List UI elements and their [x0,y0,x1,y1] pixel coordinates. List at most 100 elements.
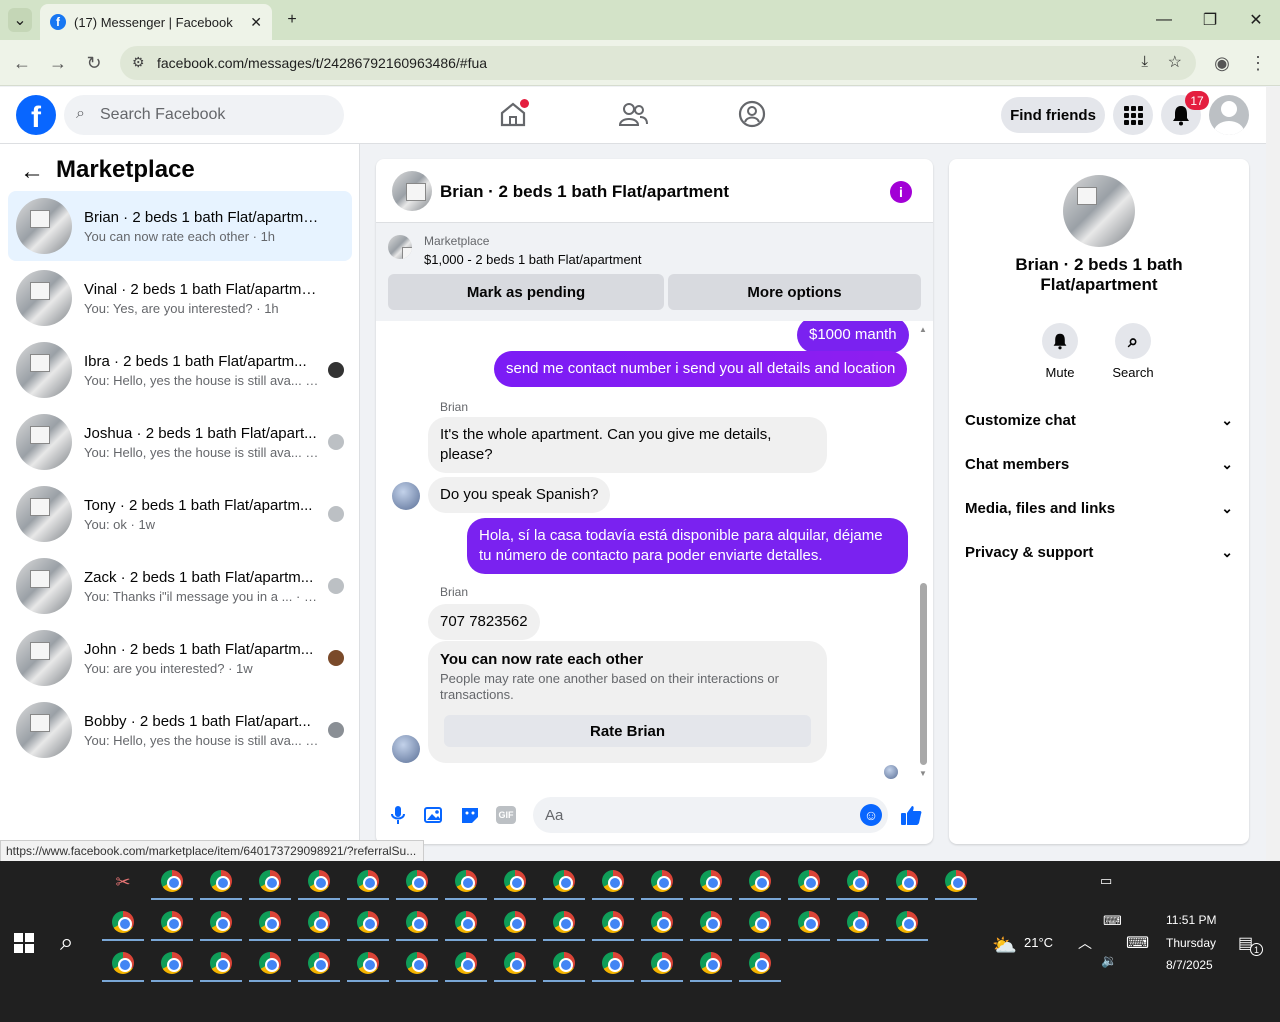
friends-icon[interactable] [618,101,648,131]
gif-icon[interactable]: GIF [496,806,516,824]
chat-members-row[interactable]: Chat members ⌄ [965,444,1233,484]
windows-start-icon[interactable] [14,933,34,953]
back-arrow-icon[interactable]: ← [20,158,44,186]
chrome-taskbar-icon[interactable] [592,946,634,982]
chrome-taskbar-icon[interactable] [592,864,634,900]
chrome-taskbar-icon[interactable] [249,946,291,982]
menu-grid-icon[interactable] [1113,95,1153,135]
chrome-taskbar-icon[interactable] [641,905,683,941]
chrome-taskbar-icon[interactable] [886,905,928,941]
mute-bell-icon[interactable] [1042,323,1078,359]
listing-title[interactable]: $1,000 - 2 beds 1 bath Flat/apartment [424,252,642,267]
emoji-icon[interactable]: ☺ [860,804,882,826]
chrome-taskbar-icon[interactable] [347,905,389,941]
brian-avatar[interactable] [392,482,420,510]
sticker-icon[interactable] [460,805,480,825]
find-friends-button[interactable]: Find friends [1001,97,1105,133]
listing-photo[interactable] [1063,175,1135,247]
privacy-support-row[interactable]: Privacy & support ⌄ [965,532,1233,572]
chrome-taskbar-icon[interactable] [200,946,242,982]
restore-icon[interactable]: ❐ [1198,8,1222,32]
chrome-taskbar-icon[interactable] [102,946,144,982]
chrome-taskbar-icon[interactable] [494,864,536,900]
conversation-item[interactable]: Joshua · 2 beds 1 bath Flat/apart... You:… [8,407,352,477]
chrome-taskbar-icon[interactable] [543,905,585,941]
chrome-taskbar-icon[interactable] [151,905,193,941]
tray-camera-icon[interactable]: ⌨ [1103,913,1122,929]
temperature[interactable]: 21°C [1024,935,1053,950]
forward-icon[interactable]: → [46,51,70,75]
like-thumb-icon[interactable] [899,803,923,827]
clock-time[interactable]: 11:51 PM [1166,913,1216,927]
mark-as-pending-button[interactable]: Mark as pending [388,274,664,310]
conversation-item[interactable]: Brian · 2 beds 1 bath Flat/apartment You … [8,191,352,261]
keyboard-icon[interactable]: ⌨ [1126,933,1149,953]
chat-listing-thumbnail[interactable] [392,171,432,211]
chrome-taskbar-icon[interactable] [837,905,879,941]
customize-chat-row[interactable]: Customize chat ⌄ [965,400,1233,440]
install-app-icon[interactable]: ⤓ [1141,53,1148,70]
chrome-taskbar-icon[interactable] [151,864,193,900]
chrome-taskbar-icon[interactable] [102,905,144,941]
chrome-taskbar-icon[interactable] [690,946,732,982]
conversation-item[interactable]: Ibra · 2 beds 1 bath Flat/apartm... You: … [8,335,352,405]
chrome-taskbar-icon[interactable] [788,905,830,941]
tray-chevron-up-icon[interactable]: ︿ [1078,933,1092,953]
chrome-taskbar-icon[interactable] [445,946,487,982]
chrome-taskbar-icon[interactable] [739,946,781,982]
search-input[interactable]: ⌕ Search Facebook [64,95,344,135]
taskbar-search-icon[interactable]: ⌕ [60,929,73,957]
chrome-taskbar-icon[interactable] [641,946,683,982]
microphone-icon[interactable] [388,801,408,829]
chrome-taskbar-icon[interactable] [200,864,242,900]
browser-tab[interactable]: f (17) Messenger | Facebook ✕ [40,4,272,40]
chrome-taskbar-icon[interactable] [298,864,340,900]
clock-date[interactable]: 8/7/2025 [1166,958,1213,972]
rate-brian-button[interactable]: Rate Brian [444,715,811,747]
account-avatar[interactable] [1209,95,1249,135]
conversation-item[interactable]: John · 2 beds 1 bath Flat/apartm... You: … [8,623,352,693]
conversation-item[interactable]: Tony · 2 beds 1 bath Flat/apartm... You: … [8,479,352,549]
info-icon[interactable]: i [890,181,912,203]
bookmark-star-icon[interactable]: ☆ [1168,52,1182,72]
brian-avatar[interactable] [392,735,420,763]
weather-icon[interactable]: ⛅ [992,933,1017,958]
back-icon[interactable]: ← [10,51,34,75]
profile-icon[interactable]: ◉ [1210,51,1234,75]
chrome-taskbar-icon[interactable] [151,946,193,982]
groups-icon[interactable] [738,100,768,130]
conversation-item[interactable]: Bobby · 2 beds 1 bath Flat/apart... You: … [8,695,352,765]
chrome-taskbar-icon[interactable] [935,864,977,900]
more-options-button[interactable]: More options [668,274,921,310]
menu-icon[interactable]: ⋮ [1246,51,1270,75]
chrome-taskbar-icon[interactable] [886,864,928,900]
close-tab-icon[interactable]: ✕ [250,14,262,31]
chrome-taskbar-icon[interactable] [788,864,830,900]
chrome-taskbar-icon[interactable] [739,905,781,941]
media-files-links-row[interactable]: Media, files and links ⌄ [965,488,1233,528]
chrome-taskbar-icon[interactable] [347,946,389,982]
chrome-taskbar-icon[interactable] [396,905,438,941]
volume-icon[interactable]: 🔉 [1101,953,1117,969]
photo-icon[interactable] [424,805,444,825]
facebook-logo-icon[interactable]: f [16,95,56,135]
chrome-taskbar-icon[interactable] [592,905,634,941]
chrome-taskbar-icon[interactable] [690,905,732,941]
url-input[interactable]: ⚙ facebook.com/messages/t/24286792160963… [120,46,1196,80]
chrome-taskbar-icon[interactable] [543,864,585,900]
chrome-taskbar-icon[interactable] [739,864,781,900]
chrome-taskbar-icon[interactable] [396,946,438,982]
chrome-taskbar-icon[interactable] [690,864,732,900]
tab-search-icon[interactable]: ⌄ [8,8,32,32]
snipping-tool-taskbar-icon[interactable]: ✂ [102,864,144,900]
tray-monitor-icon[interactable]: ▭ [1100,873,1112,889]
chrome-taskbar-icon[interactable] [200,905,242,941]
chat-title[interactable]: Brian · 2 beds 1 bath Flat/apartment [440,182,729,202]
scroll-up-icon[interactable]: ▲ [919,325,927,334]
message-input[interactable]: Aa ☺ [533,797,888,833]
chrome-taskbar-icon[interactable] [494,946,536,982]
chat-scroll-thumb[interactable] [920,583,927,765]
chrome-taskbar-icon[interactable] [396,864,438,900]
clock-day[interactable]: Thursday [1166,936,1216,950]
new-tab-icon[interactable]: + [280,8,304,32]
